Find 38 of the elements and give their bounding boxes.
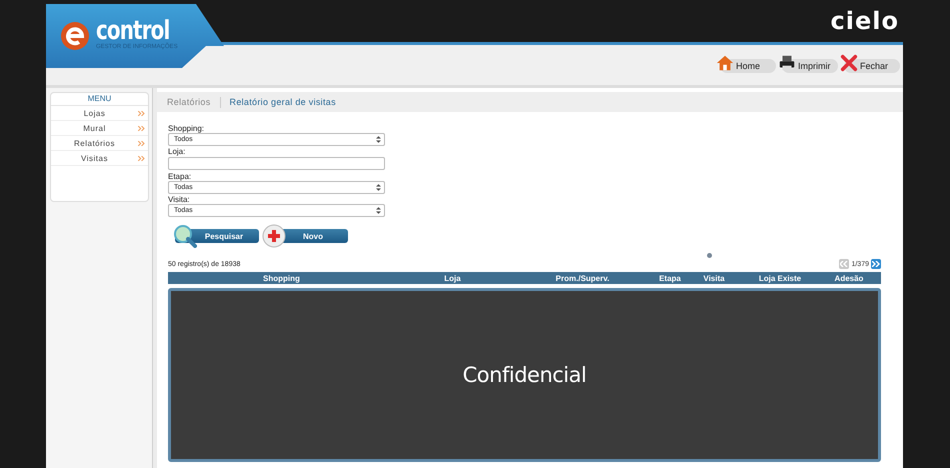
printer-icon [778, 54, 796, 72]
chevron-icon [138, 126, 145, 130]
sidebar-item[interactable]: Visitas [51, 151, 148, 166]
field-label: Loja: [168, 147, 186, 156]
action-button[interactable]: Novo [262, 225, 348, 247]
breadcrumb-item: Relatório geral de visitas [230, 97, 336, 107]
column-header: Prom./Superv. [554, 274, 610, 282]
chevron-icon [138, 156, 145, 160]
column-header: Etapa [658, 274, 682, 282]
field-label: Visita: [168, 195, 191, 204]
menu-title: MENU [51, 93, 148, 106]
field-label: Shopping: [168, 124, 206, 133]
chevron-icon [138, 140, 145, 146]
plus-icon [262, 224, 286, 248]
chevron-icon [138, 110, 145, 116]
sidebar-item[interactable]: Relatórios [51, 136, 148, 151]
updown-arrow-icon [376, 136, 381, 143]
sidebar-item[interactable]: Mural [51, 121, 148, 136]
column-header: Shopping [262, 274, 301, 282]
column-header: Loja [443, 274, 462, 282]
column-header: Loja Existe [758, 274, 802, 282]
action-button[interactable]: Pesquisar [173, 225, 259, 247]
house-icon [716, 54, 734, 72]
column-header: Adesão [834, 274, 864, 282]
updown-arrow-icon [376, 207, 381, 214]
close-icon [840, 54, 858, 72]
updown-arrow-icon [376, 184, 381, 191]
column-header: Visita [702, 274, 726, 282]
sidebar-item[interactable]: Lojas [51, 106, 148, 121]
next-page-button[interactable] [871, 259, 881, 269]
magnifier-icon [173, 224, 197, 248]
redaction-label: Confidencial [462, 363, 586, 387]
input-field[interactable] [168, 157, 385, 170]
field-label: Etapa: [168, 172, 192, 181]
brand-logo: cielo [830, 7, 899, 35]
dot-icon [707, 253, 712, 258]
logo-name: control [96, 18, 170, 44]
e-logo-icon [60, 21, 90, 51]
